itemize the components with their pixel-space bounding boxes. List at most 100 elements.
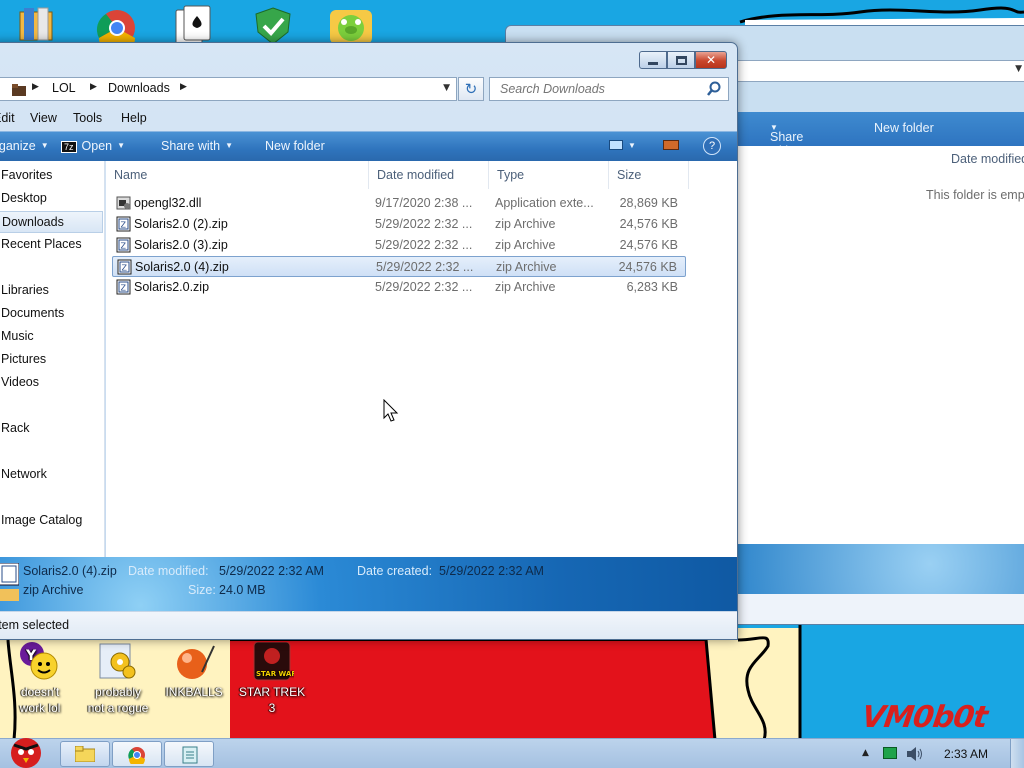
minimize-button[interactable] bbox=[639, 51, 667, 69]
address-bar[interactable]: ▶ LOL ▶ Downloads ▶ ▼ bbox=[0, 77, 457, 101]
file-row[interactable]: Z Solaris2.0.zip 5/29/2022 2:32 ... zip … bbox=[112, 277, 686, 298]
menu-tools[interactable]: Tools bbox=[73, 111, 102, 125]
taskbar-explorer-button[interactable] bbox=[60, 741, 110, 767]
network-icon[interactable] bbox=[883, 747, 897, 759]
file-date: 5/29/2022 2:32 ... bbox=[375, 217, 473, 231]
volume-icon[interactable] bbox=[906, 746, 924, 762]
refresh-button[interactable]: ↻ bbox=[458, 77, 484, 101]
search-input[interactable] bbox=[500, 79, 700, 99]
details-date-modified-label: Date modified: bbox=[128, 564, 209, 578]
new-folder-button[interactable]: New folder bbox=[265, 139, 325, 153]
taskbar-chrome-button[interactable] bbox=[112, 741, 162, 767]
breadcrumb-lol[interactable]: LOL bbox=[52, 81, 76, 95]
share-with-button[interactable]: Share with ▼ bbox=[770, 121, 803, 158]
details-date-created-label: Date created: bbox=[357, 564, 433, 578]
nav-item-pictures[interactable]: Pictures bbox=[0, 349, 103, 371]
desktop-icon-star-trek[interactable]: STAR WARS STAR TREK 3 bbox=[236, 641, 308, 716]
star-trek-icon-text: STAR WARS bbox=[256, 670, 294, 678]
taskbar-clock[interactable]: 2:33 AM bbox=[944, 747, 988, 761]
watermark-text: VM0b0t bbox=[859, 700, 990, 735]
open-button[interactable]: 7z Open ▼ bbox=[61, 139, 125, 153]
nav-item-favorites[interactable]: Favorites bbox=[0, 165, 103, 187]
file-size: 24,576 KB bbox=[619, 238, 678, 252]
show-desktop-button[interactable] bbox=[1010, 739, 1024, 768]
chevron-down-icon[interactable]: ▼ bbox=[1015, 64, 1022, 74]
organize-button[interactable]: Organize▼ bbox=[0, 139, 49, 153]
help-button[interactable]: ? bbox=[703, 137, 721, 155]
dll-icon bbox=[116, 196, 131, 210]
nav-item-videos[interactable]: Videos bbox=[0, 372, 103, 394]
file-name: Solaris2.0 (3).zip bbox=[134, 238, 228, 252]
background-address-bar[interactable]: ▼ bbox=[736, 60, 1024, 82]
view-icon bbox=[609, 140, 623, 150]
menu-view[interactable]: View bbox=[30, 111, 57, 125]
zip-icon: Z bbox=[116, 237, 131, 253]
desktop-icon-yahoo[interactable]: Y doesn't work lol bbox=[4, 642, 76, 716]
organize-label: Organize bbox=[0, 139, 36, 153]
address-history-chevron-down-icon[interactable]: ▼ bbox=[443, 83, 450, 93]
start-button[interactable] bbox=[4, 733, 48, 768]
menu-help[interactable]: Help bbox=[121, 111, 147, 125]
explorer-window[interactable]: ✕ ▶ LOL ▶ Downloads ▶ ▼ ↻ Edit View Tool… bbox=[0, 42, 738, 640]
zip-icon: Z bbox=[116, 216, 131, 232]
change-view-button[interactable]: ▼ bbox=[609, 139, 636, 153]
zip-icon: Z bbox=[117, 259, 132, 275]
column-header-type[interactable]: Type bbox=[489, 161, 609, 189]
close-button[interactable]: ✕ bbox=[695, 51, 727, 69]
menu-edit[interactable]: Edit bbox=[0, 111, 15, 125]
breadcrumb-separator-icon[interactable]: ▶ bbox=[32, 82, 39, 92]
preview-pane-button[interactable] bbox=[663, 139, 679, 153]
nav-item-rack[interactable]: Rack bbox=[0, 418, 103, 440]
file-row[interactable]: Z Solaris2.0 (3).zip 5/29/2022 2:32 ... … bbox=[112, 235, 686, 256]
nav-item-documents[interactable]: Documents bbox=[0, 303, 103, 325]
search-icon[interactable] bbox=[706, 81, 722, 97]
file-row[interactable]: opengl32.dll 9/17/2020 2:38 ... Applicat… bbox=[112, 193, 686, 214]
bad-piggies-icon[interactable] bbox=[328, 4, 374, 44]
nav-item-downloads[interactable]: Downloads bbox=[0, 211, 103, 233]
nav-item-libraries[interactable]: Libraries bbox=[0, 280, 103, 302]
column-header-date[interactable]: Date modified bbox=[369, 161, 489, 189]
share-with-button[interactable]: Share with ▼ bbox=[161, 139, 233, 153]
mouse-cursor-icon bbox=[383, 399, 399, 422]
details-date-modified: 5/29/2022 2:32 AM bbox=[219, 564, 324, 578]
nav-item-music[interactable]: Music bbox=[0, 326, 103, 348]
desktop-icon-label: not a rogue bbox=[87, 701, 149, 715]
breadcrumb-separator-icon[interactable]: ▶ bbox=[90, 82, 97, 92]
chrome-icon[interactable] bbox=[94, 4, 140, 56]
details-date-created: 5/29/2022 2:32 AM bbox=[439, 564, 544, 578]
file-type: zip Archive bbox=[495, 280, 556, 294]
breadcrumb-downloads[interactable]: Downloads bbox=[108, 81, 170, 95]
notepad-icon bbox=[182, 746, 198, 764]
inkball-icon bbox=[172, 642, 216, 682]
file-name: Solaris2.0.zip bbox=[134, 280, 210, 294]
column-header-name[interactable]: Name bbox=[106, 161, 369, 189]
svg-text:Z: Z bbox=[121, 284, 127, 293]
file-type: zip Archive bbox=[495, 217, 556, 231]
star-trek-game-icon: STAR WARS bbox=[250, 641, 302, 682]
desktop-icon-library[interactable] bbox=[14, 4, 60, 44]
maximize-button[interactable] bbox=[667, 51, 695, 69]
show-hidden-icon[interactable]: ▲ bbox=[862, 748, 869, 758]
breadcrumb-separator-icon[interactable]: ▶ bbox=[180, 82, 187, 92]
nav-item-recent-places[interactable]: Recent Places bbox=[0, 234, 103, 256]
file-type: zip Archive bbox=[495, 238, 556, 252]
taskbar-notepad-button[interactable] bbox=[164, 741, 214, 767]
file-size: 24,576 KB bbox=[619, 217, 678, 231]
new-folder-button[interactable]: New folder bbox=[874, 121, 934, 135]
desktop-icon-inkballs[interactable]: INKBALLS bbox=[158, 642, 230, 700]
solitaire-icon[interactable] bbox=[170, 4, 216, 45]
search-box[interactable] bbox=[489, 77, 729, 101]
file-row[interactable]: Z Solaris2.0 (2).zip 5/29/2022 2:32 ... … bbox=[112, 214, 686, 235]
file-row-selected[interactable]: Z Solaris2.0 (4).zip 5/29/2022 2:32 ... … bbox=[112, 256, 686, 277]
window-caption-buttons: ✕ bbox=[639, 51, 727, 69]
close-icon: ✕ bbox=[705, 53, 717, 67]
security-shield-icon[interactable] bbox=[250, 4, 296, 45]
nav-item-desktop[interactable]: Desktop bbox=[0, 188, 103, 210]
navigation-row: ▶ LOL ▶ Downloads ▶ ▼ ↻ bbox=[0, 77, 737, 103]
file-type: Application exte... bbox=[495, 196, 594, 210]
nav-item-network[interactable]: Network bbox=[0, 464, 103, 486]
desktop-icon-rogue[interactable]: probably not a rogue bbox=[82, 642, 154, 716]
column-header-date[interactable]: Date modified bbox=[951, 152, 1024, 166]
nav-item-image-catalog[interactable]: Image Catalog bbox=[0, 510, 103, 532]
column-header-size[interactable]: Size bbox=[609, 161, 689, 189]
